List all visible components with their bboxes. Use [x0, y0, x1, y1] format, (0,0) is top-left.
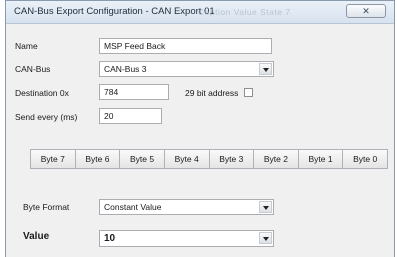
title-bar: CAN-Bus Export Configuration - CAN Expor…: [6, 1, 394, 24]
bit29-checkbox[interactable]: [244, 88, 253, 97]
byte-button[interactable]: Byte 4: [163, 149, 210, 169]
window-title: CAN-Bus Export Configuration - CAN Expor…: [14, 6, 215, 17]
dialog-window: CAN-Bus Export Configuration - CAN Expor…: [5, 0, 395, 257]
byte-format-label: Byte Format: [23, 202, 70, 212]
byte-button[interactable]: Byte 5: [119, 149, 165, 169]
value-select[interactable]: 10: [99, 230, 274, 247]
byte-format-select-value: Constant Value: [104, 202, 162, 212]
byte-button[interactable]: Byte 3: [208, 149, 255, 169]
close-button[interactable]: ✕: [346, 4, 386, 18]
byte-selector: Byte 7 Byte 6 Byte 5 Byte 4 Byte 3 Byte …: [30, 149, 388, 169]
chevron-down-icon[interactable]: [259, 232, 272, 244]
bit29-label: 29 bit address: [185, 88, 239, 98]
canbus-select-value: CAN-Bus 3: [104, 64, 147, 74]
byte-button[interactable]: Byte 1: [297, 149, 344, 169]
name-label: Name: [15, 41, 38, 51]
send-every-label: Send every (ms): [15, 112, 78, 122]
destination-label: Destination 0x: [15, 88, 69, 98]
value-label: Value: [23, 231, 50, 242]
name-input[interactable]: MSP Feed Back: [99, 38, 272, 54]
background-window-title: Caption Value State 7: [198, 7, 291, 17]
value-select-value: 10: [104, 233, 116, 244]
close-icon: ✕: [362, 6, 370, 16]
canbus-label: CAN-Bus: [15, 64, 51, 74]
byte-button[interactable]: Byte 7: [30, 149, 76, 169]
byte-button[interactable]: Byte 6: [74, 149, 121, 169]
destination-input[interactable]: 784: [99, 84, 169, 100]
canbus-select[interactable]: CAN-Bus 3: [99, 61, 274, 77]
chevron-down-icon[interactable]: [259, 201, 272, 213]
send-every-input[interactable]: 20: [99, 108, 162, 124]
byte-button[interactable]: Byte 2: [253, 149, 299, 169]
chevron-down-icon[interactable]: [259, 63, 272, 75]
byte-format-select[interactable]: Constant Value: [99, 199, 274, 215]
byte-button[interactable]: Byte 0: [342, 149, 388, 169]
